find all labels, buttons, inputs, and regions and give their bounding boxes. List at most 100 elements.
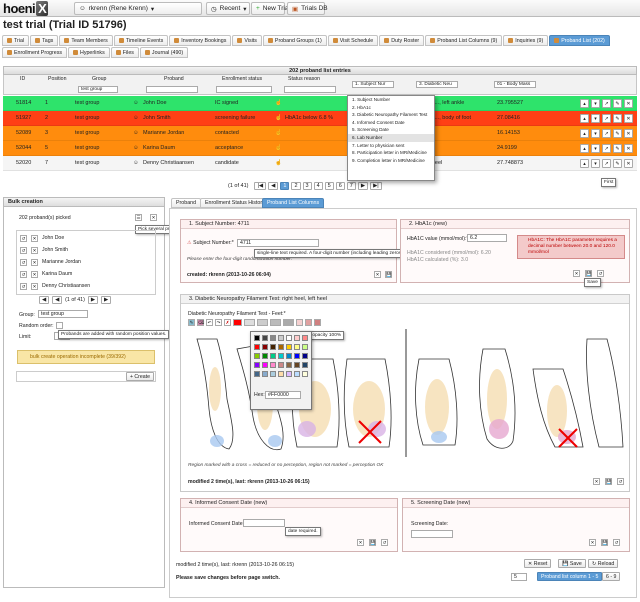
delete-icon[interactable]: ✕ <box>624 144 633 153</box>
table-row[interactable]: 52044 5 test group Karina Daum acceptance 24.… <box>3 141 637 156</box>
color-swatch[interactable] <box>302 344 308 350</box>
clear-button[interactable]: ✕ <box>150 214 157 221</box>
remove-icon[interactable]: ✕ <box>31 258 38 266</box>
status-reason-filter[interactable] <box>284 86 336 93</box>
link-icon[interactable]: ↺ <box>20 258 27 266</box>
tab-inquiries-9[interactable]: Inquiries (9) <box>503 35 549 46</box>
color-swatch[interactable] <box>262 353 268 359</box>
card2-delete-button[interactable]: ✕ <box>573 270 580 277</box>
page-button[interactable]: 1 <box>280 182 290 190</box>
card3-delete-button[interactable]: ✕ <box>593 478 600 485</box>
dropdown-option[interactable]: 1. Subject Number <box>348 96 434 104</box>
hex-input[interactable]: #FF0000 <box>265 391 301 399</box>
card4-undo-button[interactable]: ↺ <box>381 539 388 546</box>
dropdown-option[interactable]: 6. Lab Number <box>348 133 434 142</box>
color-swatch[interactable] <box>302 362 308 368</box>
tab-visit-schedule[interactable]: Visit Schedule <box>327 35 379 46</box>
color-swatch[interactable] <box>302 353 308 359</box>
new-trial-button[interactable]: + New Trial <box>251 2 290 15</box>
tab-enrollment-history[interactable]: Enrollment Status History <box>200 198 270 208</box>
user-menu[interactable]: ☺ rkrenn (Rene Krenn) ▾ <box>74 2 202 15</box>
edit-icon[interactable]: ✎ <box>613 114 622 123</box>
col1-select[interactable]: 1. Subject Nur <box>352 81 394 88</box>
dropdown-option[interactable]: 5. Screening Date <box>348 126 434 134</box>
tab-inventory-bookings[interactable]: Inventory Bookings <box>169 35 232 46</box>
link-icon[interactable]: ↺ <box>20 234 27 242</box>
bulk-prev-button[interactable]: ◀ <box>39 296 50 304</box>
undo-icon[interactable]: ↶ <box>206 319 213 326</box>
edit-icon[interactable]: ✎ <box>613 99 622 108</box>
color-swatch[interactable] <box>278 362 284 368</box>
tab-tags[interactable]: Tags <box>30 35 59 46</box>
col-position[interactable]: Position <box>48 76 66 82</box>
card2-save-button[interactable]: 💾 <box>585 270 592 277</box>
open-icon[interactable]: ↗ <box>602 114 611 123</box>
card3-undo-button[interactable]: ↺ <box>617 478 624 485</box>
down-icon[interactable]: ▾ <box>591 129 600 138</box>
link-icon[interactable]: ↺ <box>20 246 27 254</box>
list-item[interactable]: ↺ ✕ John Smith <box>20 246 160 254</box>
group-filter[interactable]: test group <box>78 86 118 93</box>
tab-files[interactable]: Files <box>110 47 139 58</box>
color-swatch[interactable] <box>262 335 268 341</box>
edit-icon[interactable]: ✎ <box>613 144 622 153</box>
dropdown-option[interactable]: 9. Completion letter in MR/Medicine <box>348 157 434 165</box>
dropdown-option[interactable]: 2. HbA1c <box>348 104 434 112</box>
up-icon[interactable]: ▴ <box>580 114 589 123</box>
page-button[interactable]: 3 <box>302 182 312 190</box>
color-swatch[interactable] <box>254 353 260 359</box>
page-button[interactable]: 6 <box>335 182 345 190</box>
bulk-next-button[interactable]: ▶ <box>87 296 98 304</box>
color-swatch[interactable] <box>286 353 292 359</box>
card1-delete-button[interactable]: ✕ <box>374 271 381 278</box>
dropdown-option[interactable]: 3. Diabetic Neuropathy Filament Test <box>348 111 434 119</box>
up-icon[interactable]: ▴ <box>580 99 589 108</box>
remove-icon[interactable]: ✕ <box>31 270 38 278</box>
col-id[interactable]: ID <box>20 76 25 82</box>
tab-hyperlinks[interactable]: Hyperlinks <box>68 47 110 58</box>
eraser-icon[interactable]: ⌫ <box>197 319 204 326</box>
color-swatch[interactable] <box>286 362 292 368</box>
last-page-button[interactable]: ▶| <box>370 182 382 190</box>
table-row[interactable]: 51927 2 test group John Smith screening fail… <box>3 111 637 126</box>
list-item[interactable]: ↺ ✕ John Doe <box>20 234 160 242</box>
open-icon[interactable]: ↗ <box>602 159 611 168</box>
page-size-select[interactable]: 5 <box>511 573 527 581</box>
dropdown-option[interactable]: 8. Participation letter in MR/Medicine <box>348 149 434 157</box>
reload-button[interactable]: ↻ Reload <box>588 559 619 568</box>
page-button[interactable]: 4 <box>313 182 323 190</box>
tab-team-members[interactable]: Team Members <box>59 35 113 46</box>
bulk-prev2-button[interactable]: ◀ <box>52 296 63 304</box>
color-swatch[interactable] <box>262 344 268 350</box>
recent-menu[interactable]: ◷ Recent ▾ <box>206 2 250 15</box>
color-swatch[interactable] <box>286 344 292 350</box>
down-icon[interactable]: ▾ <box>591 159 600 168</box>
delete-icon[interactable]: ✕ <box>624 159 633 168</box>
tab-proband[interactable]: Proband <box>171 198 202 208</box>
color-swatch[interactable] <box>254 335 260 341</box>
opacity-icon[interactable] <box>296 319 303 326</box>
list-item[interactable]: ↺ ✕ Marianne Jordan <box>20 258 160 266</box>
color-swatch[interactable] <box>286 335 292 341</box>
color-swatch[interactable] <box>278 371 284 377</box>
hba1c-input[interactable]: 6.2 <box>467 234 507 242</box>
table-row[interactable]: 52020 7 test group Denny Christiaansen candi… <box>3 156 637 171</box>
color-swatch[interactable] <box>262 362 268 368</box>
col2-select[interactable]: 3. Diabetic Neu <box>416 81 458 88</box>
color-swatch[interactable] <box>286 371 292 377</box>
column-range-button[interactable]: Proband list column 1 - 5 <box>537 572 603 581</box>
color-swatch[interactable] <box>294 362 300 368</box>
dropdown-option[interactable]: 7. Letter to physician sent <box>348 142 434 150</box>
card5-delete-button[interactable]: ✕ <box>589 539 596 546</box>
edit-icon[interactable]: ✎ <box>613 159 622 168</box>
tab-proband-list-columns-9[interactable]: Proband List Columns (9) <box>425 35 503 46</box>
table-row[interactable]: 52089 3 test group Marianne Jordan contacted… <box>3 126 637 141</box>
redo-icon[interactable]: ↷ <box>215 319 222 326</box>
color-swatch[interactable] <box>270 371 276 377</box>
opacity-icon-2[interactable] <box>305 319 312 326</box>
color-swatch[interactable] <box>270 362 276 368</box>
tab-journal-490[interactable]: Journal (490) <box>139 47 189 58</box>
table-row[interactable]: 51814 1 test group John Doe IC signed ulcer..… <box>3 96 637 111</box>
color-swatch[interactable] <box>270 353 276 359</box>
up-icon[interactable]: ▴ <box>580 129 589 138</box>
